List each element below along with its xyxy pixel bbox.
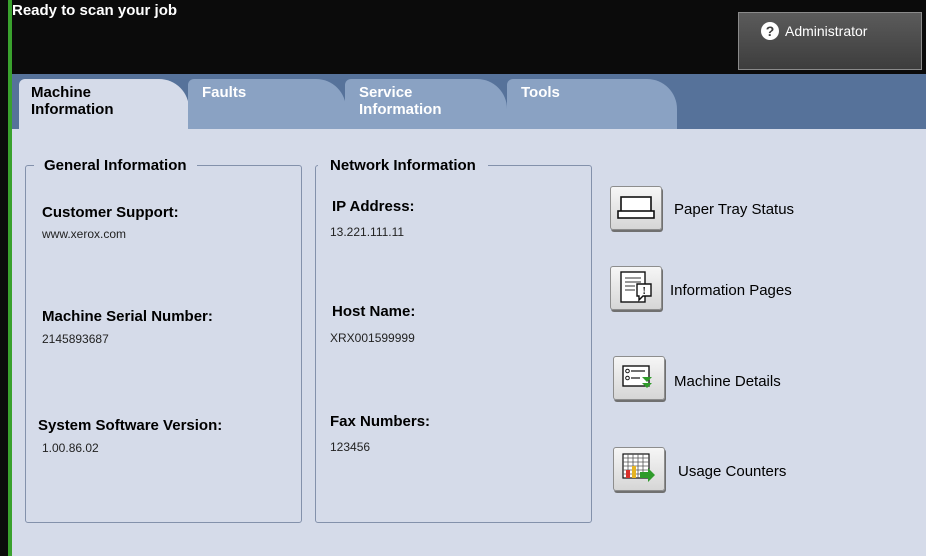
- usage-counters-label: Usage Counters: [678, 463, 787, 480]
- paper-tray-status-button[interactable]: [610, 186, 662, 230]
- screen-frame: Ready to scan your job ? Administrator M…: [0, 0, 926, 556]
- help-icon: ?: [761, 22, 779, 40]
- svg-text:!: !: [643, 286, 646, 297]
- status-message: Ready to scan your job: [12, 2, 178, 19]
- fax-numbers-value: 123456: [330, 440, 371, 454]
- usage-counters-button[interactable]: [613, 447, 665, 491]
- tab-machine-information[interactable]: Machine Information: [19, 79, 189, 132]
- host-name-value: XRX001599999: [330, 331, 415, 345]
- information-pages-label: Information Pages: [670, 282, 792, 299]
- serial-number-value: 2145893687: [42, 332, 109, 346]
- customer-support-label: Customer Support:: [42, 204, 179, 221]
- usage-counters-icon: [622, 453, 655, 482]
- tab-service-information[interactable]: Service Information: [345, 79, 507, 130]
- network-information-title: Network Information: [330, 157, 476, 174]
- information-pages-icon: !: [620, 271, 652, 303]
- administrator-button[interactable]: ? Administrator: [738, 12, 922, 70]
- software-version-label: System Software Version:: [38, 417, 223, 434]
- machine-details-button[interactable]: [613, 356, 665, 400]
- tab-bar: Machine Information Faults Service Infor…: [12, 74, 926, 132]
- general-information-title: General Information: [44, 157, 187, 174]
- administrator-label: Administrator: [785, 23, 868, 39]
- host-name-label: Host Name:: [332, 303, 416, 320]
- machine-details-label: Machine Details: [674, 373, 781, 390]
- paper-tray-status-label: Paper Tray Status: [674, 201, 795, 218]
- serial-number-label: Machine Serial Number:: [42, 308, 213, 325]
- tab-tools[interactable]: Tools: [507, 79, 677, 130]
- paper-tray-icon: [617, 196, 655, 219]
- ip-address-value: 13.221.111.11: [330, 225, 405, 239]
- software-version-value: 1.00.86.02: [42, 441, 99, 455]
- machine-information-panel: General Information Customer Support: ww…: [12, 129, 926, 556]
- customer-support-value: www.xerox.com: [42, 227, 127, 241]
- ip-address-label: IP Address:: [332, 198, 415, 215]
- fax-numbers-label: Fax Numbers:: [330, 413, 431, 430]
- machine-details-icon: [622, 365, 652, 388]
- tab-faults[interactable]: Faults: [188, 79, 346, 130]
- information-pages-button[interactable]: !: [610, 266, 662, 310]
